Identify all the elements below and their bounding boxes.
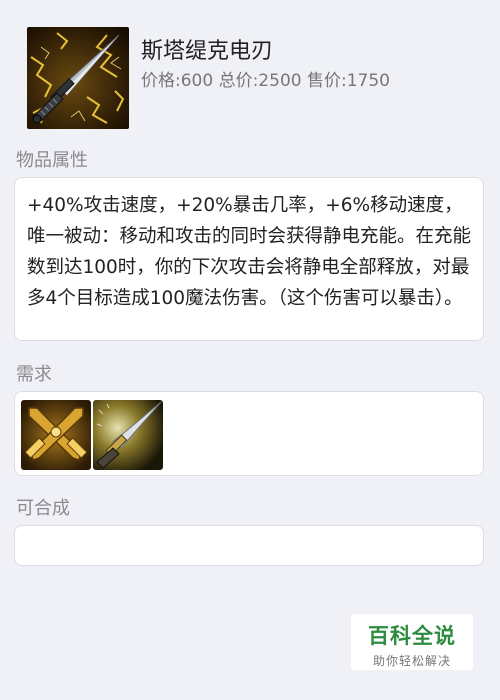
item-name: 斯塔缇克电刃 [141,39,274,64]
attributes-text: +40%攻击速度，+20%暴击几率，+6%移动速度，唯一被动：移动和攻击的同时会… [27,195,472,309]
watermark-main: 百科全说 [368,624,456,648]
combinable-section-title: 可合成 [16,498,70,519]
combinable-box [14,525,484,566]
zeal-crossed-swords-icon[interactable] [21,400,91,470]
item-price: 价格:600 总价:2500 售价:1750 [141,71,390,91]
attributes-section-title: 物品属性 [16,150,88,171]
electric-dagger-icon [27,27,129,129]
watermark-sub: 助你轻松解决 [372,654,451,668]
requirements-box [14,391,484,476]
watermark-logo: 百科全说 助你轻松解决 [351,614,473,670]
item-header: 斯塔缇克电刃 价格:600 总价:2500 售价:1750 [27,27,487,129]
attributes-box: +40%攻击速度，+20%暴击几率，+6%移动速度，唯一被动：移动和攻击的同时会… [14,177,484,341]
dagger-icon[interactable] [93,400,163,470]
requirements-section-title: 需求 [16,364,52,385]
